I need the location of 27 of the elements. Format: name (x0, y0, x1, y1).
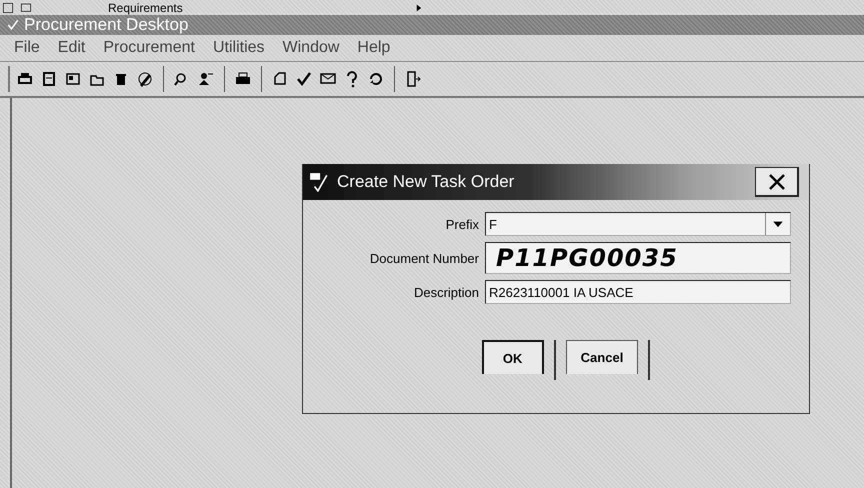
check-icon[interactable] (295, 70, 313, 88)
menu-item[interactable]: Edit (56, 39, 88, 57)
close-button[interactable] (755, 167, 799, 197)
menu-item[interactable]: File (12, 39, 42, 57)
menu-item[interactable]: Utilities (210, 39, 267, 57)
menu-item[interactable]: Help (355, 39, 392, 57)
dialog-title: Create New Task Order (337, 172, 514, 192)
dropdown-field[interactable]: F (485, 212, 791, 236)
field-label: Prefix (444, 216, 479, 232)
check-icon[interactable] (6, 18, 20, 32)
logo-icon[interactable] (309, 172, 329, 192)
menu-item[interactable]: Requirements (108, 0, 408, 14)
submenu-arrow-icon[interactable] (414, 2, 424, 12)
card-icon[interactable] (20, 2, 32, 14)
cancel-button[interactable]: Cancel (566, 340, 638, 374)
window-icon[interactable] (2, 2, 14, 14)
window-title: Procurement Desktop (24, 15, 188, 35)
field-label: Description (412, 284, 479, 300)
menu-item[interactable]: Window (280, 39, 342, 57)
ok-button[interactable]: OK (482, 340, 544, 374)
input-field[interactable]: P11PG00035 (485, 242, 791, 274)
refresh-icon[interactable] (367, 70, 385, 88)
input-field[interactable]: R2623110001 IA USACE (485, 280, 791, 304)
close-icon (766, 172, 786, 192)
field-label: Document Number (368, 250, 479, 266)
form-icon[interactable] (40, 70, 58, 88)
menu-item[interactable]: Procurement (101, 39, 197, 57)
